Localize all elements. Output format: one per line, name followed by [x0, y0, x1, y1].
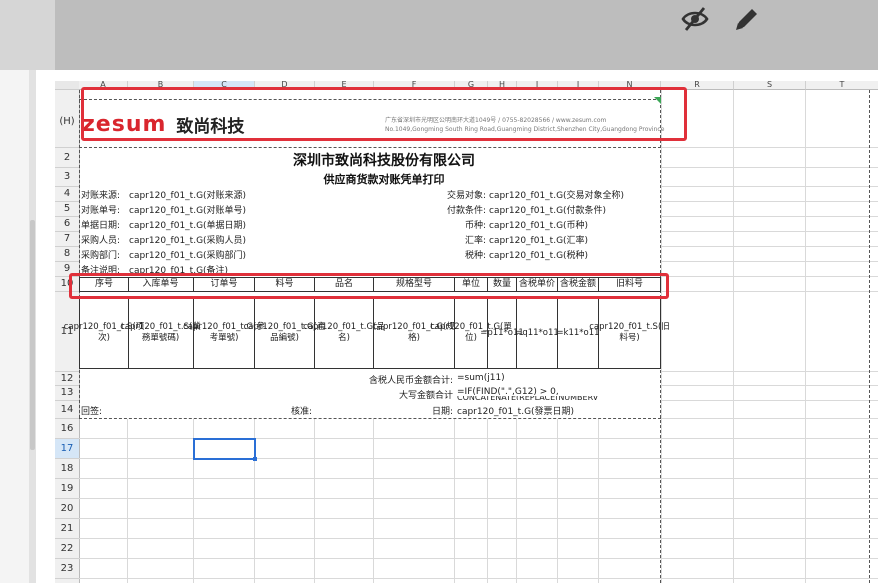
scrollbar-thumb[interactable]	[30, 220, 35, 450]
grid-line	[661, 385, 878, 386]
date-value[interactable]: capr120_f01_t.G(發票日期)	[457, 404, 574, 417]
info-label: 汇率:	[464, 236, 486, 246]
grid-line	[661, 261, 878, 262]
grid-line	[661, 291, 878, 292]
grid-line	[79, 518, 878, 519]
spreadsheet[interactable]: A B C D E F G H I J N R S T (H) 2 3 4 5 …	[55, 70, 878, 583]
info-label: 采购人员:	[81, 236, 121, 246]
grid-line	[661, 216, 878, 217]
row-header[interactable]: 4	[55, 187, 80, 202]
col-header-T[interactable]: T	[806, 81, 878, 90]
table-body-cell[interactable]: capr120_f01_t.G(品名)	[303, 298, 385, 369]
rmb-total-value[interactable]: =sum(j11)	[457, 373, 505, 383]
grid-line	[79, 578, 878, 579]
info-value[interactable]: capr120_f01_t.G(币种)	[489, 218, 588, 231]
info-value[interactable]: capr120_f01_t.G(汇率)	[489, 233, 588, 246]
row-header[interactable]: 13	[55, 386, 80, 401]
grid-line	[79, 478, 878, 479]
row-header[interactable]: 7	[55, 232, 80, 247]
row-header[interactable]: 20	[55, 499, 80, 519]
grid-line	[805, 90, 806, 583]
info-label: 对账来源:	[81, 191, 121, 201]
info-label: 交易对象:	[446, 191, 486, 201]
row-header[interactable]: 18	[55, 459, 80, 479]
row-header[interactable]: 19	[55, 479, 80, 499]
date-label: 日期:	[431, 407, 453, 417]
pencil-icon[interactable]	[732, 4, 762, 34]
row-header[interactable]: 14	[55, 401, 80, 419]
row-header[interactable]: 24	[55, 579, 80, 583]
info-label: 采购部门:	[81, 251, 121, 261]
grid-line	[661, 276, 878, 277]
grid-line	[733, 90, 734, 583]
sign-label: 回签:	[81, 407, 103, 417]
row-header[interactable]: 2	[55, 148, 80, 168]
table-body-cell[interactable]: =p11*o11	[480, 298, 524, 369]
grid-line	[661, 147, 878, 148]
grid-line	[661, 246, 878, 247]
grid-line	[661, 400, 878, 401]
row-header[interactable]: 17	[55, 439, 80, 459]
table-body-cell[interactable]: capr120_f01_t.S(旧料号)	[589, 298, 670, 369]
row-header[interactable]: 21	[55, 519, 80, 539]
info-value[interactable]: capr120_f01_t.G(对账来源)	[129, 188, 246, 201]
report-title: 供应商货款对账凭单打印	[323, 173, 445, 186]
page-break-line	[869, 90, 870, 583]
row-header[interactable]: 8	[55, 247, 80, 262]
row-header-1[interactable]: (H)	[55, 90, 80, 148]
grid-line	[661, 371, 878, 372]
info-value[interactable]: capr120_f01_t.G(对账单号)	[129, 203, 246, 216]
col-header-S[interactable]: S	[734, 81, 806, 90]
table-body-cell[interactable]: =q11*o11	[515, 298, 559, 369]
info-label: 税种:	[464, 251, 486, 261]
grid-line	[661, 201, 878, 202]
highlight-box-header	[81, 87, 687, 141]
highlight-box-table-header	[69, 273, 669, 299]
rmb-total-label: 含税人民币金额合计:	[368, 376, 453, 386]
row-header[interactable]: 23	[55, 559, 80, 579]
print-area-border	[79, 418, 661, 419]
left-panel	[0, 70, 36, 583]
info-label: 单据日期:	[81, 221, 121, 231]
row-header[interactable]: 3	[55, 168, 80, 187]
toolbar-left-gap	[0, 0, 55, 70]
approve-label: 核准:	[291, 407, 313, 417]
info-value[interactable]: capr120_f01_t.G(付款条件)	[489, 203, 606, 216]
row-header[interactable]: 16	[55, 419, 80, 439]
grid-line	[661, 418, 878, 419]
info-label: 对账单号:	[81, 206, 121, 216]
print-area-border	[79, 147, 661, 148]
info-value[interactable]: capr120_f01_t.G(采购部门)	[129, 248, 246, 261]
info-label: 币种:	[464, 221, 486, 231]
fill-handle[interactable]	[253, 457, 257, 461]
info-label: 付款条件:	[446, 206, 486, 216]
row-header[interactable]: 12	[55, 372, 80, 386]
info-value[interactable]: capr120_f01_t.G(交易对象全称)	[489, 188, 624, 201]
info-value[interactable]: capr120_f01_t.G(采购人员)	[129, 233, 246, 246]
selected-cell[interactable]	[193, 438, 257, 461]
capital-total-label: 大写金额合计	[398, 391, 453, 401]
grid-line	[79, 558, 878, 559]
top-toolbar	[0, 0, 878, 70]
eye-off-icon[interactable]	[680, 4, 710, 34]
grid-line	[661, 167, 878, 168]
row-marker: (H)	[59, 116, 75, 127]
info-value[interactable]: capr120_f01_t.G(单据日期)	[129, 218, 246, 231]
grid-line	[79, 498, 878, 499]
capital-total-overflow: CONCATENATE(REPLACE(NUMBERV	[457, 396, 598, 400]
row-header[interactable]: 22	[55, 539, 80, 559]
grid-line	[79, 538, 878, 539]
select-all-corner[interactable]	[55, 81, 80, 90]
info-value[interactable]: capr120_f01_t.G(税种)	[489, 248, 588, 261]
grid-line	[661, 231, 878, 232]
row-header[interactable]: 6	[55, 217, 80, 232]
company-title: 深圳市致尚科技股份有限公司	[293, 153, 475, 169]
row-header[interactable]: 5	[55, 202, 80, 217]
grid-line	[661, 186, 878, 187]
